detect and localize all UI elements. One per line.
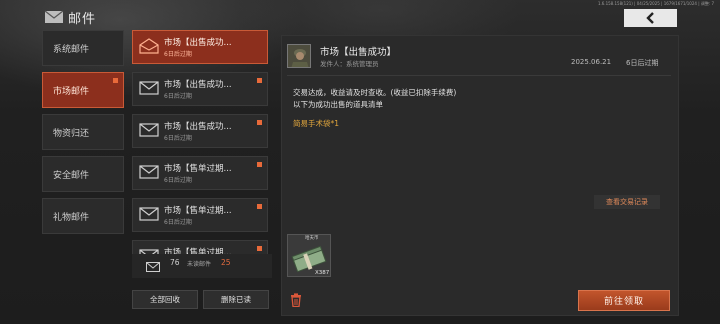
mail-expire: 6日后过期 (164, 51, 192, 58)
envelope-icon (139, 207, 159, 221)
unread-dot (257, 204, 262, 209)
build-info: 1.6.158.158(121) | 04/25/2025 | 1679/167… (597, 1, 714, 6)
mail-header-icon (44, 10, 64, 23)
mail-item[interactable]: 市场【售单过期... (132, 240, 268, 254)
category-market[interactable]: 市场邮件 (42, 72, 124, 108)
mail-title: 市场【售单过期... (164, 206, 232, 216)
open-envelope-icon (139, 38, 159, 54)
trash-icon[interactable] (290, 293, 302, 307)
view-trade-records-button[interactable]: 查看交易记录 (594, 195, 660, 209)
mail-title: 市场【出售成功... (164, 122, 232, 132)
sold-item: 简易手术袋*1 (293, 119, 340, 128)
mail-expire: 6日后过期 (626, 59, 659, 67)
envelope-icon (146, 262, 160, 272)
envelope-icon (139, 123, 159, 137)
mail-body-line: 以下为成功出售的道具清单 (293, 100, 383, 109)
button-label: 删除已读 (221, 295, 251, 304)
mail-expire: 6日后过期 (164, 219, 192, 226)
sender-avatar (287, 44, 311, 68)
claim-button[interactable]: 前往领取 (578, 290, 670, 311)
envelope-icon (139, 81, 159, 95)
delete-read-button[interactable]: 删除已读 (203, 290, 269, 309)
soldier-avatar-icon (288, 45, 310, 67)
mail-date: 2025.06.21 (571, 58, 612, 66)
mail-expire: 6日后过期 (164, 93, 192, 100)
category-label: 市场邮件 (53, 86, 90, 97)
mail-title: 市场【出售成功... (164, 38, 232, 48)
attachment-caption: 哈夫币 (305, 236, 319, 241)
mail-item[interactable]: 市场【售单过期... 6日后过期 (132, 156, 268, 190)
mail-item[interactable]: 市场【出售成功... 6日后过期 (132, 72, 268, 106)
mail-list[interactable]: 市场【出售成功... 6日后过期 市场【出售成功... 6日后过期 市场【出售成… (130, 28, 270, 254)
category-system[interactable]: 系统邮件 (42, 30, 124, 66)
page-title: 邮件 (68, 12, 97, 27)
envelope-icon (139, 165, 159, 179)
mail-detail-title: 市场【出售成功】 (320, 47, 397, 58)
back-arrow-icon (645, 12, 654, 24)
category-label: 安全邮件 (53, 170, 90, 181)
mail-count: 76 (170, 258, 180, 267)
mail-item[interactable]: 市场【售单过期... 6日后过期 (132, 198, 268, 232)
unread-count: 25 (221, 258, 231, 267)
category-label: 物资归还 (53, 128, 90, 139)
button-label: 前往领取 (603, 297, 644, 307)
mail-body-line: 交易达成，收益请及时查收。(收益已扣除手续费) (293, 88, 457, 97)
unread-dot (257, 162, 262, 167)
back-button[interactable] (624, 9, 677, 27)
mail-item[interactable]: 市场【出售成功... 6日后过期 (132, 114, 268, 148)
category-security[interactable]: 安全邮件 (42, 156, 124, 192)
mail-sender: 发件人：系统管理员 (320, 60, 379, 68)
unread-dot (257, 78, 262, 83)
unread-dot (113, 78, 118, 83)
mail-title: 市场【出售成功... (164, 80, 232, 90)
unread-dot (257, 246, 262, 251)
mail-detail-panel (281, 35, 679, 316)
button-label: 查看交易记录 (606, 198, 648, 206)
attachment-quantity: X387 (315, 270, 330, 276)
mail-title: 市场【售单过期... (164, 164, 232, 174)
category-gift[interactable]: 礼物邮件 (42, 198, 124, 234)
unread-label: 未读邮件 (187, 261, 212, 268)
mail-item[interactable]: 市场【出售成功... 6日后过期 (132, 30, 268, 64)
category-supply-return[interactable]: 物资归还 (42, 114, 124, 150)
category-label: 系统邮件 (53, 44, 90, 55)
collect-all-button[interactable]: 全部回收 (132, 290, 198, 309)
mail-title: 市场【售单过期... (164, 248, 232, 254)
button-label: 全部回收 (150, 295, 180, 304)
mail-expire: 6日后过期 (164, 135, 192, 142)
divider (287, 75, 671, 76)
mail-expire: 6日后过期 (164, 177, 192, 184)
category-label: 礼物邮件 (53, 212, 90, 223)
unread-dot (257, 120, 262, 125)
